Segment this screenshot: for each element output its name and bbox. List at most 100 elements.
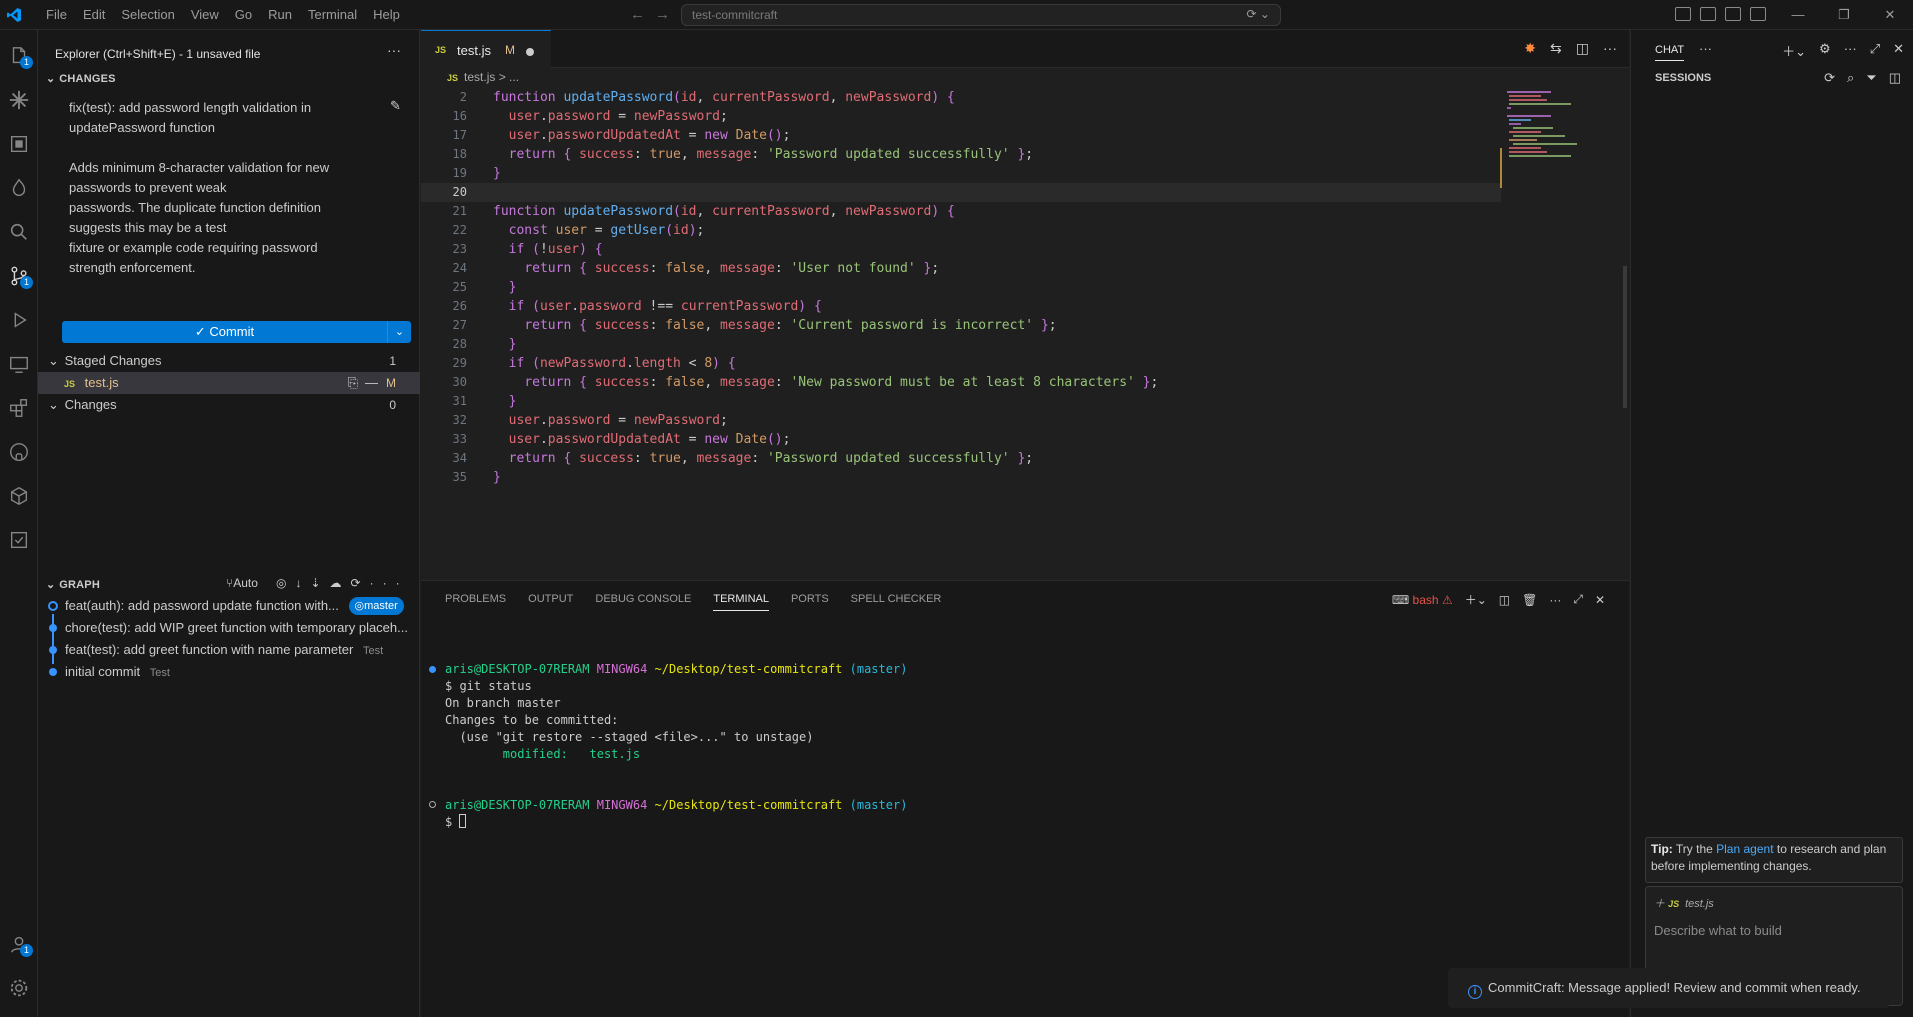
close-window-icon[interactable]: ✕ — [1867, 0, 1913, 30]
more-actions-icon[interactable]: ··· — [387, 42, 401, 58]
containers-icon[interactable] — [5, 482, 33, 510]
sparkle-icon[interactable] — [5, 86, 33, 114]
editor-more-icon[interactable]: ··· — [1603, 40, 1617, 57]
command-center[interactable]: test-commitcraft ⟳ ⌄ — [681, 4, 1281, 26]
changes-group[interactable]: ⌄ Changes 0 — [38, 394, 420, 416]
head-commit-dot — [48, 601, 58, 611]
toggle-sidebar-icon[interactable]: ◫ — [1889, 70, 1901, 86]
layout-customize-icon[interactable] — [1675, 7, 1691, 21]
refresh-icon[interactable]: ⟳ — [1824, 70, 1835, 86]
chat-more-icon[interactable]: ··· — [1699, 41, 1712, 56]
commit-button[interactable]: ✓ Commit ⌄ — [62, 321, 411, 343]
filter-icon[interactable]: ⏷ — [1866, 70, 1876, 86]
terminal-output[interactable]: aris@DESKTOP-07RERAM MINGW64 ~/Desktop/t… — [445, 644, 907, 865]
menu-selection[interactable]: Selection — [113, 0, 182, 30]
tab-ports[interactable]: PORTS — [791, 593, 829, 611]
testing-icon[interactable] — [5, 526, 33, 554]
code-line: 25 } — [421, 278, 1501, 297]
commit-message-input[interactable]: fix(test): add password length validatio… — [69, 98, 389, 306]
manage-gear-icon[interactable] — [5, 974, 33, 1002]
chat-menu-icon[interactable]: ··· — [1844, 41, 1857, 60]
target-icon[interactable]: ◎ — [276, 576, 295, 590]
split-editor-icon[interactable]: ◫ — [1576, 40, 1589, 57]
panel-more-icon[interactable]: ··· — [1549, 593, 1561, 607]
maximize-panel-icon[interactable]: ⤢ — [1573, 592, 1583, 607]
menu-view[interactable]: View — [183, 0, 227, 30]
generate-message-sparkle-icon[interactable]: ✎ — [390, 98, 401, 114]
split-terminal-icon[interactable]: ◫ — [1499, 593, 1510, 607]
toggle-secondary-sidebar-icon[interactable] — [1750, 7, 1766, 21]
terminal-input-line[interactable]: $ — [445, 814, 907, 831]
graph-branch-auto[interactable]: ⑂Auto — [226, 576, 258, 590]
minimap[interactable] — [1501, 88, 1611, 168]
changes-section-header[interactable]: ⌄ CHANGES — [46, 72, 116, 85]
dashboard-icon[interactable] — [5, 130, 33, 158]
terminal-shell-selector[interactable]: ⌨ bash ⚠ — [1392, 593, 1453, 607]
plan-agent-link[interactable]: Plan agent — [1716, 842, 1773, 856]
notification-toast[interactable]: i CommitCraft: Message applied! Review an… — [1448, 968, 1889, 1008]
unstage-icon[interactable]: — — [365, 372, 378, 394]
commit-dropdown-icon[interactable]: ⌄ — [387, 321, 411, 343]
source-control-icon[interactable]: 1 — [5, 262, 33, 290]
tab-debug-console[interactable]: DEBUG CONSOLE — [595, 593, 691, 611]
terminal-cursor — [459, 814, 467, 828]
chat-title[interactable]: CHAT — [1655, 44, 1685, 61]
new-chat-icon[interactable]: ＋⌄ — [1782, 41, 1806, 60]
menu-edit[interactable]: Edit — [75, 0, 113, 30]
copilot-sparkle-icon[interactable]: ✸ — [1524, 40, 1536, 57]
staged-changes-group[interactable]: ⌄ Staged Changes 1 — [38, 350, 420, 372]
graph-commit-row[interactable]: feat(auth): add password update function… — [38, 595, 420, 617]
toggle-panel-icon[interactable] — [1725, 7, 1741, 21]
graph-more-icon[interactable]: ··· — [370, 576, 409, 590]
editor-tabs: JS test.js M ✸ ⇆ ◫ ··· — [421, 30, 1629, 68]
staged-file-row[interactable]: JS test.js ⎘ — M — [38, 372, 420, 394]
editor-scrollbar[interactable] — [1623, 266, 1627, 408]
open-file-icon[interactable]: ⎘ — [348, 372, 358, 394]
unsaved-dot-icon[interactable] — [526, 48, 534, 56]
extensions-icon[interactable] — [5, 394, 33, 422]
tab-terminal[interactable]: TERMINAL — [713, 593, 769, 611]
github-icon[interactable] — [5, 438, 33, 466]
refresh-icon[interactable]: ⟳ — [351, 576, 370, 590]
menu-go[interactable]: Go — [227, 0, 260, 30]
maximize-chat-icon[interactable]: ⤢ — [1870, 41, 1880, 60]
search-icon[interactable]: ⌕ — [1847, 70, 1854, 86]
new-terminal-icon[interactable]: ＋⌄ — [1465, 591, 1487, 608]
remote-explorer-icon[interactable] — [5, 350, 33, 378]
breadcrumb[interactable]: JS test.js > ... — [447, 70, 519, 84]
pull-icon[interactable]: ⇣ — [310, 576, 329, 590]
toggle-primary-sidebar-icon[interactable] — [1700, 7, 1716, 21]
run-debug-icon[interactable] — [5, 306, 33, 334]
commit-dot — [49, 668, 57, 676]
tab-spell-checker[interactable]: SPELL CHECKER — [851, 593, 942, 611]
context-attachment[interactable]: ＋ JS test.js — [1654, 895, 1714, 911]
menu-file[interactable]: File — [38, 0, 75, 30]
fetch-icon[interactable]: ↓ — [295, 576, 310, 590]
forward-arrow-icon[interactable]: → — [655, 6, 680, 23]
close-panel-icon[interactable]: ✕ — [1595, 593, 1605, 607]
copilot-dropdown-icon[interactable]: ⟳ ⌄ — [1247, 7, 1270, 21]
kill-terminal-icon[interactable]: 🗑 — [1522, 593, 1537, 607]
restore-icon[interactable]: ❐ — [1821, 0, 1867, 30]
minimize-icon[interactable]: — — [1775, 0, 1821, 30]
graph-commit-row[interactable]: initial commit Test — [38, 661, 420, 683]
search-icon[interactable] — [5, 218, 33, 246]
graph-commit-row[interactable]: chore(test): add WIP greet function with… — [38, 617, 420, 639]
tab-problems[interactable]: PROBLEMS — [445, 593, 506, 611]
cloud-icon[interactable]: ☁ — [330, 576, 351, 590]
menu-terminal[interactable]: Terminal — [300, 0, 365, 30]
tab-output[interactable]: OUTPUT — [528, 593, 573, 611]
compare-changes-icon[interactable]: ⇆ — [1550, 40, 1562, 57]
chat-settings-gear-icon[interactable]: ⚙ — [1819, 41, 1831, 60]
accounts-icon[interactable]: 1 — [5, 930, 33, 958]
close-chat-icon[interactable]: ✕ — [1893, 41, 1904, 60]
menu-help[interactable]: Help — [365, 0, 408, 30]
explorer-icon[interactable]: 1 — [5, 42, 33, 70]
flame-icon[interactable] — [5, 174, 33, 202]
code-editor[interactable]: 2 function updatePassword(id, currentPass… — [421, 88, 1501, 487]
editor-tab[interactable]: JS test.js M — [421, 30, 551, 68]
menu-run[interactable]: Run — [260, 0, 300, 30]
graph-section-header[interactable]: ⌄ GRAPH ⑂Auto ◎↓⇣☁⟳··· — [38, 573, 420, 595]
graph-commit-row[interactable]: feat(test): add greet function with name… — [38, 639, 420, 661]
back-arrow-icon[interactable]: ← — [630, 6, 655, 23]
